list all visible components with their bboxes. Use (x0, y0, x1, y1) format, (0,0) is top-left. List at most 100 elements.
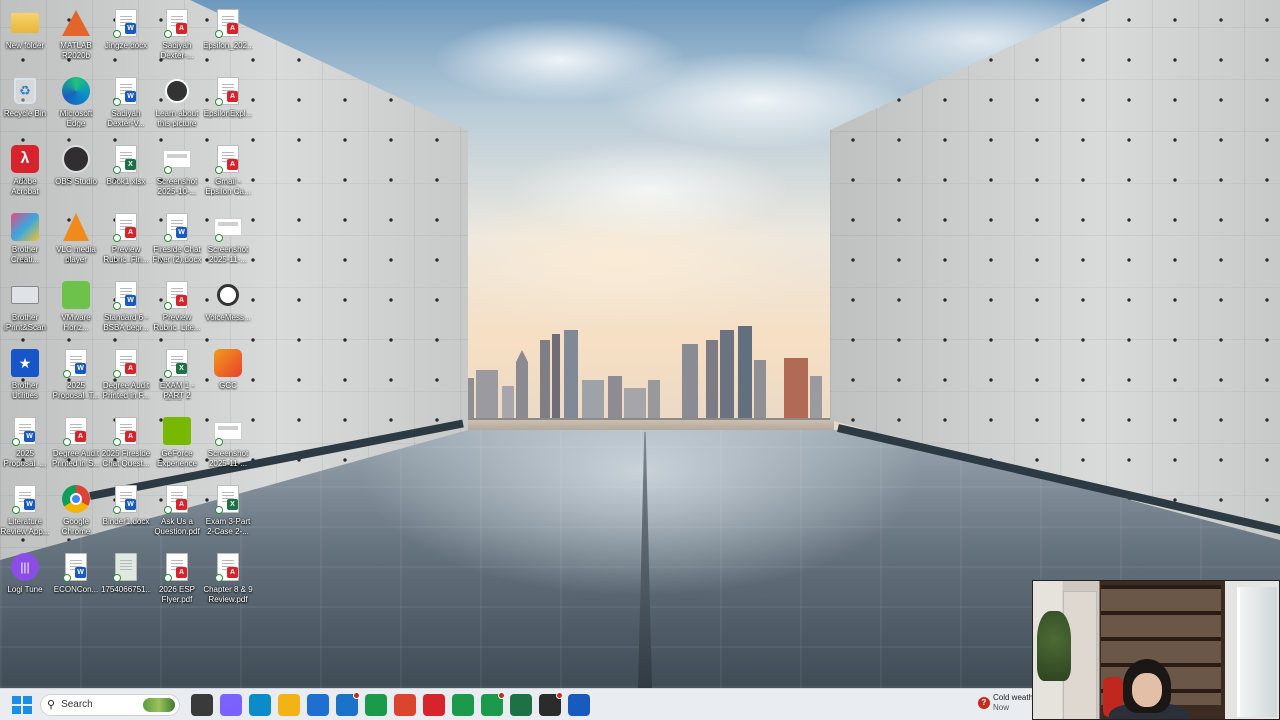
desktop-icon[interactable]: 1754066751... (101, 548, 151, 614)
desktop-icon[interactable]: A Degree Audit Printed in F... (101, 344, 151, 410)
desktop-icon-label: Screenshot 2025-11-... (207, 449, 249, 468)
desktop-icon[interactable]: λ Adobe Acrobat (0, 140, 50, 206)
desktop-icon[interactable]: W Standard 6 -BSBA degr... (101, 276, 151, 342)
taskbar-app-outlook[interactable] (336, 691, 360, 716)
desktop-icon-label: VoiceMess... (205, 313, 251, 322)
desktop-icon-label: Screenshot 2025-11-... (207, 245, 249, 264)
desktop-icon-label: Degree Audit Printed in F... (102, 381, 150, 400)
desktop-icon[interactable]: ||| Logi Tune (0, 548, 50, 614)
desktop-icon-label: 1754066751... (101, 585, 151, 594)
desktop-icon[interactable]: A Preview Rubric_Lite... (152, 276, 202, 342)
desktop-icon[interactable]: W 2025 Proposal_T... (51, 344, 101, 410)
taskbar-app-chrome-profile-4[interactable] (481, 691, 505, 716)
taskbar-app-chrome-profile-3[interactable] (452, 693, 474, 716)
desktop-icon[interactable]: W Sadiyah Dexter-V... (101, 72, 151, 138)
taskbar-app-copilot[interactable] (220, 693, 242, 716)
word-doc-icon: W (162, 211, 192, 243)
desktop-icon[interactable]: A 2025 Fireside Chat Quest... (101, 412, 151, 478)
desktop-icon[interactable]: W Jingze.docx (101, 4, 151, 70)
taskbar-app-acrobat[interactable] (423, 693, 445, 716)
desktop-icon-label: Standard 6 -BSBA degr... (103, 313, 149, 332)
desktop-icon[interactable]: XEXAM 1 - PART 2 EXC... (152, 344, 202, 410)
desktop-icon[interactable]: VoiceMess... (203, 276, 253, 342)
notification-badge (556, 691, 563, 699)
taskbar-app-chrome-profile-1[interactable] (365, 693, 387, 716)
desktop-icon[interactable]: Brother iPrint&Scan (0, 276, 50, 342)
pdf-doc-icon: A (162, 551, 192, 583)
desktop-icon-grid: New folder MATLAB R2020b W Jingze.docx A Sadi… (0, 0, 256, 688)
webcam-person (1105, 659, 1193, 719)
desktop-icon[interactable]: Google Chrome (51, 480, 101, 546)
desktop-icon[interactable]: W ECONCon... (51, 548, 101, 614)
desktop-icon-label: ECONCon... (53, 585, 99, 594)
taskbar-app-edge[interactable] (249, 693, 271, 716)
desktop-icon[interactable]: Screenshot 2025-10-... (152, 140, 202, 206)
desktop-icon[interactable]: A Gmail - Epsilon Ca... (203, 140, 253, 206)
desktop-icon[interactable]: A EpsilonExpl... (203, 72, 253, 138)
desktop-icon[interactable]: W 2025 Proposal_... (0, 412, 50, 478)
desktop-icon[interactable]: A Epsilon_202... (203, 4, 253, 70)
desktop-icon-label: Binder1.docx (102, 517, 150, 526)
desktop-icon[interactable]: Brother Creati... (0, 208, 50, 274)
desktop-icon[interactable]: A Sadiyah Dexter-... (152, 4, 202, 70)
desktop-icon-label: Degree Audit Printed in S... (51, 449, 101, 468)
desktop-icon-label: 2025 Fireside Chat Quest... (101, 449, 151, 468)
taskbar-app-file-explorer[interactable] (278, 693, 300, 716)
desktop-icon[interactable]: A Chapter 8 & 9 Review.pdf (203, 548, 253, 614)
desktop-icon-label: Screenshot 2025-10-... (156, 177, 198, 196)
taskbar-pinned-apps (184, 691, 590, 716)
desktop-icon[interactable]: OBS Studio (51, 140, 101, 206)
taskbar-search-box[interactable]: ⚲ Search (40, 693, 180, 716)
taskbar-app-obs-studio[interactable] (539, 691, 563, 716)
desktop-icon[interactable]: Screenshot 2025-11-... (203, 412, 253, 478)
desktop-icon[interactable]: A Degree Audit Printed in S... (51, 412, 101, 478)
desktop-icon[interactable]: A Ask Us a Question.pdf (152, 480, 202, 546)
taskbar-app-task-view[interactable] (191, 693, 213, 716)
desktop-icon[interactable]: W Binder1.docx (101, 480, 151, 546)
taskbar-app-excel[interactable] (510, 693, 532, 716)
desktop-icon[interactable]: Screenshot 2025-11-... (203, 208, 253, 274)
notification-badge (498, 691, 505, 699)
start-button[interactable] (10, 694, 32, 716)
pdf-doc-icon: A (213, 551, 243, 583)
pdf-doc-icon: A (162, 7, 192, 39)
pdf-doc-icon: A (162, 279, 192, 311)
desktop-icon-label: EXAM 1 - PART 2 EXC... (159, 381, 195, 401)
desktop-icon[interactable]: New folder (0, 4, 50, 70)
desktop-icon[interactable]: A 2026 ESP Flyer.pdf (152, 548, 202, 614)
word-doc-icon: W (61, 551, 91, 583)
wallpaper-city-skyline (462, 326, 834, 424)
logi-tune-icon: ||| (10, 551, 40, 583)
desktop-icon-label: Recycle Bin (3, 109, 47, 118)
taskbar-app-chrome-profile-2[interactable] (394, 693, 416, 716)
desktop-icon-label: New folder (5, 41, 45, 50)
desktop-icon-label: Gmail - Epsilon Ca... (205, 177, 251, 196)
matlab-icon (61, 7, 91, 39)
taskbar-app-microsoft-store[interactable] (307, 693, 329, 716)
desktop-icon[interactable]: Learn about this picture (152, 72, 202, 138)
desktop-icon-label: Logi Tune (7, 585, 43, 594)
desktop-icon[interactable]: VLC media player (51, 208, 101, 274)
desktop-icon[interactable]: W Literature Review App... (0, 480, 50, 546)
desktop-icon-label: Brother Utilities (11, 381, 39, 400)
weather-widget[interactable]: ? Cold weath Now (978, 693, 1033, 713)
word-doc-icon: W (10, 415, 40, 447)
desktop-icon[interactable]: ♻ Recycle Bin (0, 72, 50, 138)
edge-icon (61, 75, 91, 107)
desktop-icon[interactable]: VMware Horiz... (51, 276, 101, 342)
brother-utilities-icon: ★ (10, 347, 40, 379)
desktop-icon-label: Literature Review App... (0, 517, 50, 536)
desktop-icon-label: GCC (219, 381, 237, 390)
excel-doc-icon: X (111, 143, 141, 175)
desktop-icon[interactable]: X Exam 3-Part 2-Case 2-... (203, 480, 253, 546)
word-doc-icon: W (111, 483, 141, 515)
desktop-icon[interactable]: GeForce Experience (152, 412, 202, 478)
desktop-icon[interactable]: Microsoft Edge (51, 72, 101, 138)
desktop-icon[interactable]: MATLAB R2020b (51, 4, 101, 70)
desktop-icon[interactable]: X Book1.xlsx (101, 140, 151, 206)
desktop-icon[interactable]: W Fireside Chat Flyer (2).docx (152, 208, 202, 274)
taskbar-app-word[interactable] (568, 693, 590, 716)
desktop-icon[interactable]: A Preview Rubric_Fin... (101, 208, 151, 274)
desktop-icon[interactable]: ★ Brother Utilities (0, 344, 50, 410)
desktop-icon[interactable]: GCC (203, 344, 253, 410)
